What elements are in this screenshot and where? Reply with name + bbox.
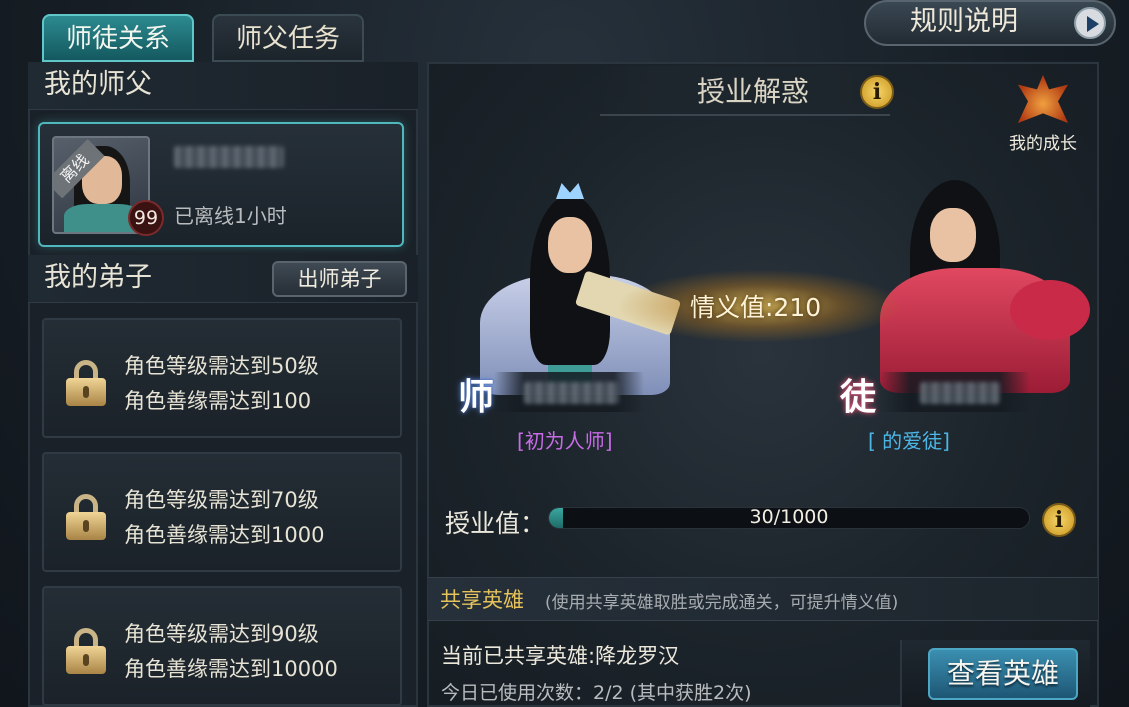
master-name-plate (494, 372, 644, 412)
disciple-name-plate (880, 372, 1030, 412)
current-shared-hero: 当前已共享英雄:降龙罗汉 (441, 644, 680, 668)
info-icon[interactable]: i (1042, 503, 1076, 537)
graduate-disciple-button[interactable]: 出师弟子 (272, 261, 407, 297)
my-growth-button[interactable]: 我的成长 (1000, 75, 1086, 155)
tab-master-task[interactable]: 师父任务 (212, 14, 364, 62)
rules-label: 规则说明 (910, 6, 1018, 37)
locked-disciple-slot: 角色等级需达到70级 角色善缘需达到1000 (42, 452, 402, 572)
view-hero-button-frame: 查看英雄 (900, 640, 1090, 707)
padlock-icon (66, 360, 106, 406)
teaching-progress-text: 30/1000 (749, 506, 829, 528)
disciple-title-tag: [ 的爱徒] (868, 429, 950, 453)
master-card[interactable]: 离线 99 已离线1小时 (38, 122, 404, 247)
info-icon[interactable]: i (860, 75, 894, 109)
slot-requirement-karma: 角色善缘需达到10000 (124, 657, 338, 681)
locked-disciple-slot: 角色等级需达到50级 角色善缘需达到100 (42, 318, 402, 438)
master-badge: 师 (458, 376, 495, 418)
growth-label: 我的成长 (1009, 134, 1077, 154)
play-arrow-icon (1074, 7, 1106, 39)
padlock-icon (66, 628, 106, 674)
level-badge: 99 (128, 200, 164, 236)
master-status: 已离线1小时 (174, 204, 287, 228)
slot-requirement-level: 角色等级需达到90级 (124, 622, 319, 646)
shared-hero-title: 共享英雄 (440, 588, 524, 612)
growth-emblem-icon (1018, 75, 1068, 123)
slot-requirement-level: 角色等级需达到70级 (124, 488, 319, 512)
disciple-badge: 徒 (840, 376, 877, 418)
locked-disciple-slot: 角色等级需达到90级 角色善缘需达到10000 (42, 586, 402, 706)
view-hero-button[interactable]: 查看英雄 (928, 648, 1078, 700)
padlock-icon (66, 494, 106, 540)
tab-master-relation[interactable]: 师徒关系 (42, 14, 194, 62)
slot-requirement-level: 角色等级需达到50级 (124, 354, 319, 378)
master-name-blurred (524, 382, 619, 404)
slot-requirement-karma: 角色善缘需达到100 (124, 389, 312, 413)
slot-requirement-karma: 角色善缘需达到1000 (124, 523, 325, 547)
affection-value: 情义值:210 (690, 293, 822, 322)
shared-hero-description: (使用共享英雄取胜或完成通关，可提升情义值) (545, 593, 899, 613)
teaching-value-label: 授业值： (445, 509, 546, 538)
master-title-tag: [初为人师] (517, 429, 613, 453)
panel-title: 授业解惑 (697, 75, 810, 108)
my-master-header: 我的师父 (28, 62, 418, 110)
shared-hero-usage: 今日已使用次数：2/2 (其中获胜2次) (441, 682, 752, 704)
master-name-blurred (174, 146, 284, 168)
disciple-name-blurred (920, 382, 1000, 404)
rules-button[interactable]: 规则说明 (864, 0, 1116, 46)
